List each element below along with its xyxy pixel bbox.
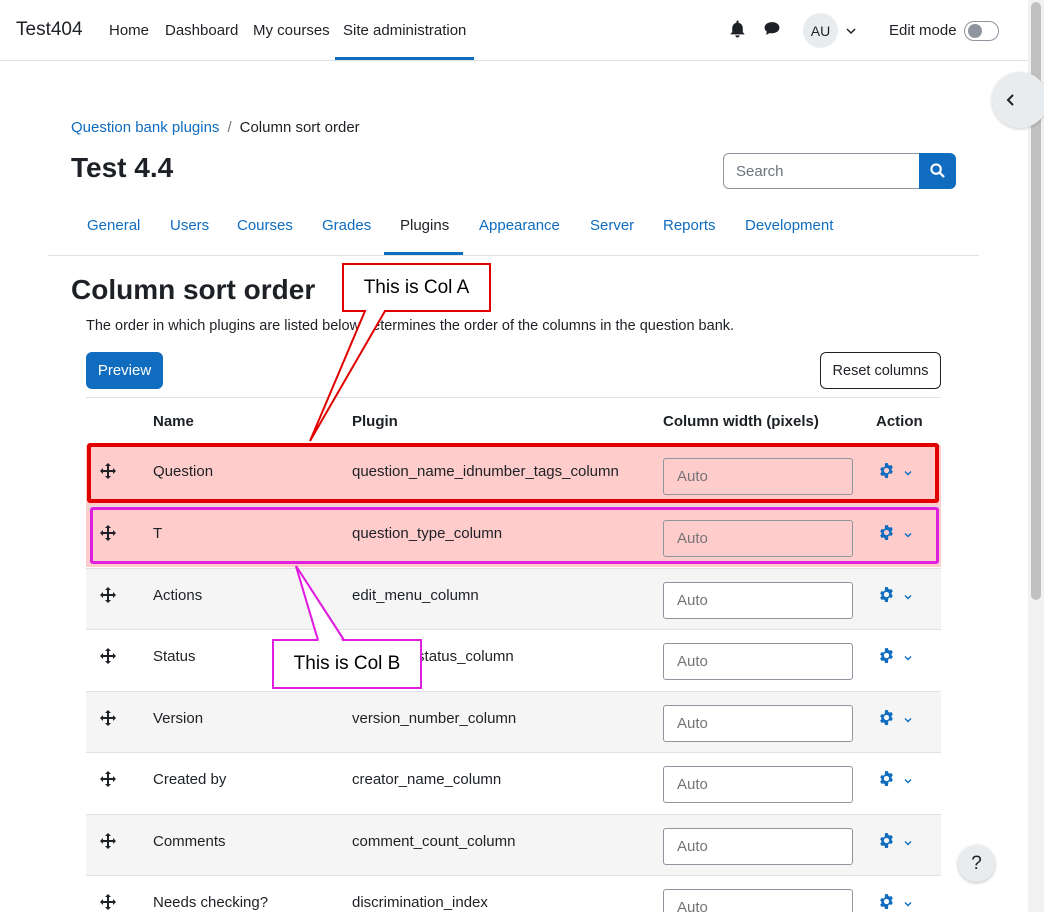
chevron-down-icon[interactable] bbox=[903, 773, 913, 784]
section-intro: The order in which plugins are listed be… bbox=[86, 318, 735, 334]
breadcrumb-question-bank-plugins[interactable]: Question bank plugins bbox=[71, 119, 219, 136]
edit-mode-toggle[interactable] bbox=[964, 21, 999, 41]
callout-col-b: This is Col B bbox=[293, 653, 401, 674]
callout-col-a: This is Col A bbox=[363, 276, 470, 298]
row-plugin: comment_count_column bbox=[352, 833, 516, 850]
column-width-input[interactable] bbox=[663, 889, 853, 912]
nav-active-indicator bbox=[335, 57, 474, 60]
tab-grades[interactable]: Grades bbox=[322, 217, 371, 234]
tab-development[interactable]: Development bbox=[745, 217, 833, 234]
preview-button[interactable]: Preview bbox=[86, 352, 163, 389]
table-top-border bbox=[86, 397, 941, 398]
row-name: Version bbox=[153, 710, 204, 727]
row-name: Comments bbox=[153, 833, 226, 850]
column-width-input[interactable] bbox=[663, 582, 853, 619]
section-title: Column sort order bbox=[71, 274, 316, 305]
page-title: Test 4.4 bbox=[71, 152, 174, 183]
tab-server[interactable]: Server bbox=[590, 217, 634, 234]
chevron-down-icon[interactable] bbox=[903, 589, 913, 600]
header-column-width: Column width (pixels) bbox=[663, 413, 819, 430]
header-plugin: Plugin bbox=[352, 413, 398, 430]
table-row: Comments comment_count_column bbox=[86, 814, 941, 875]
gear-icon[interactable] bbox=[878, 770, 895, 787]
search-button[interactable] bbox=[919, 153, 956, 189]
gear-icon[interactable] bbox=[878, 647, 895, 664]
tab-reports[interactable]: Reports bbox=[663, 217, 716, 234]
header-action: Action bbox=[876, 413, 923, 430]
nav-my-courses[interactable]: My courses bbox=[253, 22, 330, 39]
header-name: Name bbox=[153, 413, 194, 430]
chevron-down-icon[interactable] bbox=[845, 24, 857, 36]
table-row: Created by creator_name_column bbox=[86, 752, 941, 813]
open-block-drawer-button[interactable] bbox=[992, 72, 1044, 128]
move-icon[interactable] bbox=[100, 587, 116, 603]
col-b-highlight-box bbox=[90, 507, 939, 564]
secondary-nav-divider bbox=[48, 255, 979, 256]
row-name: Created by bbox=[153, 771, 227, 788]
breadcrumb: Question bank plugins / Column sort order bbox=[71, 119, 360, 136]
page-scrollbar[interactable] bbox=[1028, 0, 1044, 912]
table-row: Status question_status_column bbox=[86, 629, 941, 690]
column-width-input[interactable] bbox=[663, 828, 853, 865]
user-avatar[interactable]: AU bbox=[803, 13, 838, 48]
chevron-down-icon[interactable] bbox=[903, 650, 913, 661]
gear-icon[interactable] bbox=[878, 709, 895, 726]
move-icon[interactable] bbox=[100, 771, 116, 787]
chevron-down-icon[interactable] bbox=[903, 896, 913, 907]
toggle-knob bbox=[968, 24, 982, 38]
tab-appearance[interactable]: Appearance bbox=[479, 217, 560, 234]
row-name: Actions bbox=[153, 587, 203, 604]
chevron-left-icon bbox=[1006, 94, 1014, 106]
row-name: Status bbox=[153, 648, 196, 665]
move-icon[interactable] bbox=[100, 894, 116, 910]
search-input[interactable] bbox=[723, 153, 920, 189]
chevron-down-icon[interactable] bbox=[903, 712, 913, 723]
move-icon[interactable] bbox=[100, 710, 116, 726]
breadcrumb-current: Column sort order bbox=[239, 119, 360, 136]
row-plugin: edit_menu_column bbox=[352, 587, 479, 604]
table-row: Needs checking? discrimination_index bbox=[86, 875, 941, 912]
chevron-down-icon[interactable] bbox=[903, 835, 913, 846]
move-icon[interactable] bbox=[100, 833, 116, 849]
reset-columns-button[interactable]: Reset columns bbox=[820, 352, 941, 389]
column-width-input[interactable] bbox=[663, 705, 853, 742]
nav-dashboard[interactable]: Dashboard bbox=[165, 22, 238, 39]
row-plugin: version_number_column bbox=[352, 710, 517, 727]
nav-site-administration[interactable]: Site administration bbox=[343, 22, 466, 39]
column-width-input[interactable] bbox=[663, 643, 853, 680]
row-name: Needs checking? bbox=[153, 894, 269, 911]
tab-users[interactable]: Users bbox=[170, 217, 209, 234]
top-navbar: Test404 Home Dashboard My courses Site a… bbox=[0, 0, 1028, 61]
help-button[interactable]: ? bbox=[958, 845, 995, 882]
tab-plugins[interactable]: Plugins bbox=[400, 217, 449, 234]
move-icon[interactable] bbox=[100, 648, 116, 664]
site-brand[interactable]: Test404 bbox=[16, 19, 83, 41]
bell-icon[interactable] bbox=[729, 20, 749, 40]
gear-icon[interactable] bbox=[878, 893, 895, 910]
gear-icon[interactable] bbox=[878, 586, 895, 603]
row-plugin: creator_name_column bbox=[352, 771, 502, 788]
table-row: Actions edit_menu_column bbox=[86, 568, 941, 629]
table-row: Version version_number_column bbox=[86, 691, 941, 752]
row-plugin: discrimination_index bbox=[352, 894, 488, 911]
search-icon bbox=[930, 163, 945, 178]
edit-mode-label: Edit mode bbox=[889, 22, 957, 39]
breadcrumb-separator: / bbox=[227, 119, 232, 136]
tab-courses[interactable]: Courses bbox=[237, 217, 293, 234]
gear-icon[interactable] bbox=[878, 832, 895, 849]
nav-home[interactable]: Home bbox=[109, 22, 149, 39]
column-width-input[interactable] bbox=[663, 766, 853, 803]
col-a-highlight-box bbox=[87, 443, 939, 503]
chat-icon[interactable] bbox=[763, 20, 783, 40]
tab-general[interactable]: General bbox=[87, 217, 140, 234]
